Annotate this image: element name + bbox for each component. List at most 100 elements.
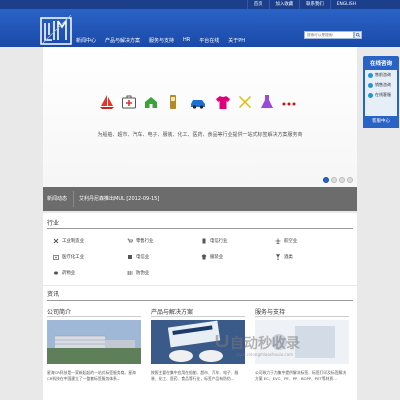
sailboat-icon	[100, 95, 114, 109]
more-dots-icon	[282, 102, 296, 106]
house-icon	[145, 97, 157, 108]
top-link-english[interactable]: ENGLISH	[329, 0, 362, 9]
main-nav: 新闻中心 产品与解决方案 服务与支持 HR 平台在线 关于PH	[76, 37, 254, 44]
customer-service-button[interactable]: 客服中心	[363, 116, 399, 128]
divider	[47, 228, 353, 229]
news-ticker-item[interactable]: 艾利丹尼森推出MUL [2012-09-15]	[79, 195, 159, 202]
column-text-service: 公司致力于为集中提供解决标签、标签打印及标签解决方案 EC、EVC、PE、PP、…	[255, 370, 347, 381]
industry-label: 服装业	[210, 255, 224, 260]
tools-icon	[239, 96, 251, 108]
slide-dot-3[interactable]	[339, 177, 345, 183]
qq-icon	[368, 82, 373, 88]
industry-label: 零售行业	[136, 239, 154, 244]
top-utility-bar: 首页 加入收藏 联系我们 ENGLISH	[0, 0, 400, 9]
qq-icon	[368, 72, 373, 78]
cart-icon	[127, 238, 133, 243]
industry-label: 药物业	[62, 271, 76, 276]
plane-icon	[275, 238, 281, 244]
watermark-text: 自动秒收录	[230, 336, 300, 352]
consult-label: 销售咨询	[375, 82, 391, 87]
news-ticker: 新闻动态 艾利丹尼森推出MUL [2012-09-15]	[43, 187, 357, 211]
consult-title: 在线咨询	[365, 58, 397, 70]
banner-slogan: 为船舶、超市、汽车、电子、服装、化工、医药、食品等行业提供一站式标签解决方案服务…	[97, 132, 303, 138]
chip-icon	[128, 255, 132, 259]
slide-indicators	[321, 177, 353, 183]
industry-icon-row	[99, 94, 303, 110]
slide-dot-2[interactable]	[331, 177, 337, 183]
company-logo[interactable]	[40, 13, 72, 45]
top-link-favorite[interactable]: 加入收藏	[268, 0, 300, 9]
industry-item-medical[interactable]: 医疗化工业	[53, 249, 127, 265]
slide-dot-1[interactable]	[323, 177, 329, 183]
industry-label: 酒类	[284, 255, 293, 260]
medical-kit-icon	[53, 255, 59, 260]
industry-label: 医疗化工业	[62, 255, 84, 260]
divider	[151, 316, 245, 317]
consult-item-service[interactable]: 在线客服	[365, 90, 397, 100]
qq-icon	[368, 92, 373, 98]
news-title: 资讯	[47, 291, 60, 298]
hero-banner: 为船舶、超市、汽车、电子、服装、化工、医药、食品等行业提供一站式标签解决方案服务…	[43, 47, 357, 187]
column-title-company[interactable]: 公司简介	[47, 307, 71, 316]
search-icon[interactable]	[354, 31, 362, 39]
tshirt-icon	[201, 254, 207, 260]
watermark-url: www.zidongmiaoshoulu.com	[236, 352, 293, 357]
industry-item-anticounterfeit[interactable]: 防伪业	[127, 265, 201, 281]
industry-label: 防伪业	[136, 271, 150, 276]
column-title-products[interactable]: 产品与解决方案	[151, 307, 193, 316]
column-text-products: 按照主要在集中应用在船舶、超市、汽车、电子、服装、化工、医药、食品等行业，标签产…	[151, 370, 239, 381]
wine-glass-icon	[275, 254, 281, 260]
nav-hr[interactable]: HR	[183, 37, 190, 44]
industry-item-electric[interactable]: 电信业	[127, 249, 201, 265]
nav-platform[interactable]: 平台在线	[199, 37, 219, 44]
consult-label: 售前咨询	[375, 72, 391, 77]
pill-icon	[54, 271, 58, 275]
industry-item-apparel[interactable]: 服装业	[201, 249, 275, 265]
nav-news[interactable]: 新闻中心	[76, 37, 96, 44]
divider	[47, 300, 353, 301]
industry-label: 航空业	[284, 239, 298, 244]
divider	[255, 316, 349, 317]
industry-item-wine[interactable]: 酒类	[275, 249, 349, 265]
slide-dot-4[interactable]	[347, 177, 353, 183]
info-columns: 公司简介 星海CR科技是一家新起起的一站式标签服务商。星海CR科技在中国建立了一…	[43, 302, 357, 400]
consult-item-sales[interactable]: 销售咨询	[365, 80, 397, 90]
industry-label: 电信业	[136, 255, 150, 260]
tshirt-icon	[216, 96, 230, 109]
industry-label: 电信行业	[210, 239, 228, 244]
watermark-logo-icon	[215, 335, 229, 348]
industry-item-manufacturing[interactable]: 工业制造业	[53, 233, 127, 249]
industry-item-aviation[interactable]: 航空业	[275, 233, 349, 249]
industry-item-pharma[interactable]: 药物业	[53, 265, 127, 281]
nav-products[interactable]: 产品与解决方案	[105, 37, 140, 44]
industry-grid: 工业制造业 零售行业 电信行业 航空业 医疗化工业 电信业 服装业 酒类 药物业…	[53, 233, 349, 281]
tools-icon	[53, 238, 59, 244]
medical-kit-icon	[122, 95, 136, 109]
industry-item-telecom[interactable]: 电信行业	[201, 233, 275, 249]
divider	[73, 191, 74, 207]
search-input[interactable]: 搜索可以是搜索!	[304, 31, 354, 39]
consult-item-presale[interactable]: 售前咨询	[365, 70, 397, 80]
company-building-image[interactable]	[47, 320, 141, 364]
news-section: 资讯	[43, 286, 357, 302]
car-icon	[191, 100, 205, 109]
industry-section: 行业 工业制造业 零售行业 电信行业 航空业 医疗化工业 电信业 服装业 酒类 …	[43, 213, 357, 285]
consult-label: 在线客服	[375, 92, 391, 97]
column-text-company: 星海CR科技是一家新起起的一站式标签服务商。星海CR科技在中国建立了一整套标签服…	[47, 370, 136, 381]
divider	[47, 316, 141, 317]
news-ticker-label: 新闻动态	[47, 196, 68, 202]
nav-service[interactable]: 服务与支持	[149, 37, 174, 44]
top-link-contact[interactable]: 联系我们	[299, 0, 330, 9]
column-company: 公司简介 星海CR科技是一家新起起的一站式标签服务商。星海CR科技在中国建立了一…	[43, 302, 141, 400]
top-links: 首页 加入收藏 联系我们 ENGLISH	[246, 0, 362, 9]
phone-icon	[170, 95, 176, 109]
site-header: 新闻中心 产品与解决方案 服务与支持 HR 平台在线 关于PH 搜索可以是搜索!	[0, 9, 400, 47]
flask-icon	[261, 95, 273, 108]
column-title-service[interactable]: 服务与支持	[255, 307, 285, 316]
industry-title: 行业	[47, 220, 60, 227]
industry-item-retail[interactable]: 零售行业	[127, 233, 201, 249]
nav-about[interactable]: 关于PH	[228, 37, 245, 44]
phone-icon	[202, 238, 206, 244]
top-link-home[interactable]: 首页	[246, 0, 269, 9]
industry-label: 工业制造业	[62, 239, 84, 244]
